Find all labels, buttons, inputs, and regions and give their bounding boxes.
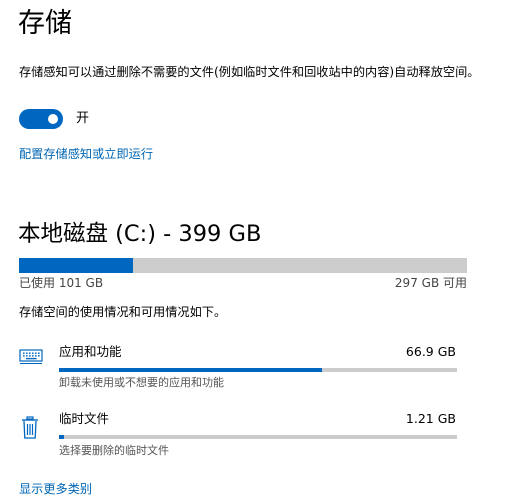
category-temporary-files[interactable]: 临时文件 1.21 GB 选择要删除的临时文件: [0, 404, 522, 460]
toggle-knob: [48, 114, 58, 124]
configure-storage-sense-link[interactable]: 配置存储感知或立即运行: [19, 145, 153, 163]
category-apps-features[interactable]: 应用和功能 66.9 GB 卸载未使用或不想要的应用和功能: [0, 338, 522, 394]
trash-icon: [21, 416, 39, 440]
category-size: 66.9 GB: [405, 344, 456, 359]
category-usage-bar: [59, 435, 457, 439]
drive-title: 本地磁盘 (C:) - 399 GB: [18, 221, 262, 247]
drive-usage-bar: [19, 258, 467, 273]
storage-settings-page: 存储 存储感知可以通过删除不需要的文件(例如临时文件和回收站中的内容)自动释放空…: [0, 0, 522, 502]
category-subtitle: 选择要删除的临时文件: [59, 444, 169, 457]
storage-sense-description: 存储感知可以通过删除不需要的文件(例如临时文件和回收站中的内容)自动释放空间。: [19, 65, 480, 79]
show-more-categories-link[interactable]: 显示更多类别: [19, 480, 92, 498]
category-usage-bar: [59, 368, 457, 372]
category-usage-fill: [59, 368, 322, 372]
category-title: 临时文件: [59, 411, 110, 426]
category-subtitle: 卸载未使用或不想要的应用和功能: [59, 376, 224, 389]
category-title: 应用和功能: [59, 344, 122, 359]
category-usage-fill: [59, 435, 64, 439]
keyboard-icon: [19, 347, 43, 365]
category-size: 1.21 GB: [405, 411, 456, 426]
drive-free-label: 297 GB 可用: [394, 276, 467, 290]
usage-summary-text: 存储空间的使用情况和可用情况如下。: [19, 305, 227, 319]
drive-usage-fill: [19, 258, 133, 273]
storage-sense-toggle[interactable]: [19, 109, 63, 129]
drive-used-label: 已使用 101 GB: [19, 276, 104, 290]
toggle-state-label: 开: [76, 111, 90, 126]
page-title: 存储: [18, 8, 72, 39]
